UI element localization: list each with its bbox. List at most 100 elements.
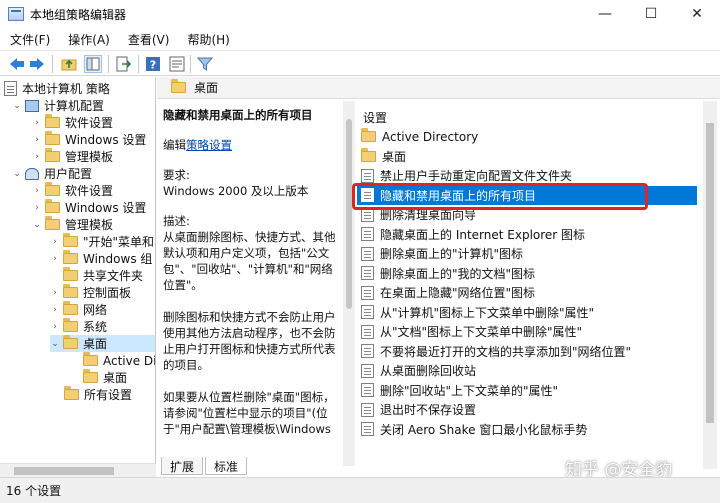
- tree-horizontal-scrollbar[interactable]: [0, 463, 156, 477]
- tree-label: 共享文件夹: [83, 269, 144, 283]
- settings-row[interactable]: 删除桌面上的"计算机"图标: [357, 244, 697, 264]
- settings-row[interactable]: 不要将最近打开的文档的共享添加到"网络位置": [357, 342, 697, 362]
- tree-item-control-panel[interactable]: › 控制面板: [50, 284, 131, 301]
- settings-column-header[interactable]: 设置: [363, 109, 387, 126]
- expand-icon[interactable]: ›: [50, 237, 60, 247]
- tree-item-shared-folders[interactable]: 共享文件夹: [50, 267, 143, 284]
- folder-icon: [45, 148, 60, 162]
- settings-scrollbar[interactable]: [703, 101, 717, 469]
- export-list-icon[interactable]: [114, 55, 132, 73]
- tree-item-uc-software[interactable]: › 软件设置: [32, 182, 113, 199]
- computer-icon: [25, 99, 39, 112]
- settings-row[interactable]: 从"计算机"图标上下文菜单中删除"属性": [357, 303, 697, 323]
- maximize-button[interactable]: ☐: [628, 0, 674, 28]
- up-folder-icon[interactable]: [60, 55, 78, 73]
- settings-row[interactable]: 从"文档"图标上下文菜单中删除"属性": [357, 322, 697, 342]
- view-tabs: 扩展 标准: [157, 457, 248, 477]
- menu-action[interactable]: 操作(A): [66, 31, 112, 48]
- expand-icon[interactable]: ›: [50, 305, 60, 315]
- pane-header: 桌面: [157, 77, 720, 99]
- toolbar-separator: [138, 55, 139, 73]
- svg-text:?: ?: [150, 59, 156, 72]
- settings-row[interactable]: 在桌面上隐藏"网络位置"图标: [357, 283, 697, 303]
- edit-prefix: 编辑: [163, 138, 186, 152]
- description-panel: 隐藏和禁用桌面上的所有项目 编辑策略设置 要求: Windows 2000 及以…: [163, 107, 339, 439]
- show-hide-tree-icon[interactable]: [84, 55, 102, 73]
- collapse-icon[interactable]: ⌄: [12, 169, 22, 179]
- tree-item-system[interactable]: › 系统: [50, 318, 107, 335]
- tree-item-network[interactable]: › 网络: [50, 301, 107, 318]
- collapse-icon[interactable]: ⌄: [50, 339, 60, 349]
- close-button[interactable]: ✕: [674, 0, 720, 28]
- edit-policy-link[interactable]: 策略设置: [186, 138, 232, 152]
- description-label: 描述:: [163, 214, 190, 228]
- tree-item-start-menu[interactable]: › "开始"菜单和: [50, 233, 154, 250]
- tree-label: 用户配置: [44, 167, 93, 181]
- collapse-icon[interactable]: ⌄: [32, 220, 42, 230]
- expand-icon[interactable]: ›: [32, 152, 42, 162]
- tree-label: Windows 组: [83, 252, 153, 266]
- expand-icon[interactable]: ›: [50, 322, 60, 332]
- setting-label: 删除桌面上的"我的文档"图标: [380, 266, 536, 281]
- tree-item-all-settings[interactable]: 所有设置: [64, 386, 132, 403]
- scrollbar-thumb[interactable]: [706, 123, 714, 423]
- properties-icon[interactable]: [168, 55, 186, 73]
- tree-item-uc-windows[interactable]: › Windows 设置: [32, 199, 146, 216]
- policy-setting-icon: [361, 246, 374, 261]
- settings-row[interactable]: 退出时不保存设置: [357, 400, 697, 420]
- settings-row[interactable]: 删除桌面上的"我的文档"图标: [357, 264, 697, 284]
- tab-extended[interactable]: 扩展: [161, 457, 204, 475]
- policy-title: 隐藏和禁用桌面上的所有项目: [163, 108, 313, 122]
- expand-icon[interactable]: ›: [32, 203, 42, 213]
- tab-standard[interactable]: 标准: [205, 457, 248, 475]
- policy-setting-icon: [361, 324, 374, 339]
- expand-icon[interactable]: ›: [32, 135, 42, 145]
- toolbar-separator: [108, 55, 109, 73]
- tree-label: 软件设置: [65, 116, 114, 130]
- tree-item-uc-admin[interactable]: ⌄ 管理模板: [32, 216, 113, 233]
- tree-item-user-config[interactable]: ⌄ 用户配置: [12, 165, 92, 182]
- settings-row-folder[interactable]: Active Directory: [357, 127, 697, 147]
- tree-item-computer-config[interactable]: ⌄ 计算机配置: [12, 97, 104, 114]
- menu-view[interactable]: 查看(V): [126, 31, 172, 48]
- tree-item-cc-software[interactable]: › 软件设置: [32, 114, 113, 131]
- settings-row[interactable]: 从桌面删除回收站: [357, 361, 697, 381]
- tree-item-root[interactable]: 本地计算机 策略: [4, 80, 110, 97]
- toolbar-separator: [190, 55, 191, 73]
- scrollbar-thumb[interactable]: [346, 119, 352, 309]
- filter-icon[interactable]: [196, 55, 214, 73]
- tree-item-cc-windows[interactable]: › Windows 设置: [32, 131, 146, 148]
- tree-item-windows-components[interactable]: › Windows 组: [50, 250, 152, 267]
- tree-item-active-directory[interactable]: Active Di: [83, 352, 155, 369]
- tree-item-desktop-sub[interactable]: 桌面: [83, 369, 127, 386]
- menu-help[interactable]: 帮助(H): [185, 31, 231, 48]
- expand-icon[interactable]: ›: [50, 288, 60, 298]
- tree-label: 软件设置: [65, 184, 114, 198]
- tree-item-desktop[interactable]: ⌄ 桌面: [50, 335, 155, 352]
- expand-icon[interactable]: ›: [32, 186, 42, 196]
- forward-icon[interactable]: [28, 55, 46, 73]
- window-title: 本地组策略编辑器: [30, 8, 127, 22]
- folder-icon: [63, 284, 78, 298]
- tree-item-cc-admin[interactable]: › 管理模板: [32, 148, 113, 165]
- tree-label: 本地计算机 策略: [22, 82, 110, 96]
- settings-row-folder[interactable]: 桌面: [357, 147, 697, 167]
- settings-row[interactable]: 关闭 Aero Shake 窗口最小化鼠标手势: [357, 420, 697, 440]
- help-icon[interactable]: ?: [144, 55, 162, 73]
- collapse-icon[interactable]: ⌄: [12, 101, 22, 111]
- settings-row[interactable]: 删除"回收站"上下文菜单的"属性": [357, 381, 697, 401]
- app-icon: [8, 7, 24, 21]
- tree-label: "开始"菜单和: [83, 235, 155, 249]
- menu-file[interactable]: 文件(F): [8, 31, 52, 48]
- back-icon[interactable]: [8, 55, 26, 73]
- tree-label: 管理模板: [65, 218, 114, 232]
- settings-row[interactable]: 隐藏桌面上的 Internet Explorer 图标: [357, 225, 697, 245]
- tree-label: 管理模板: [65, 150, 114, 164]
- expand-icon[interactable]: ›: [50, 254, 60, 264]
- expand-icon[interactable]: ›: [32, 118, 42, 128]
- scrollbar-thumb[interactable]: [14, 467, 114, 475]
- description-scrollbar[interactable]: [343, 101, 355, 466]
- policy-setting-icon: [361, 285, 374, 300]
- minimize-button[interactable]: —: [582, 0, 628, 28]
- policy-doc-icon: [4, 81, 17, 96]
